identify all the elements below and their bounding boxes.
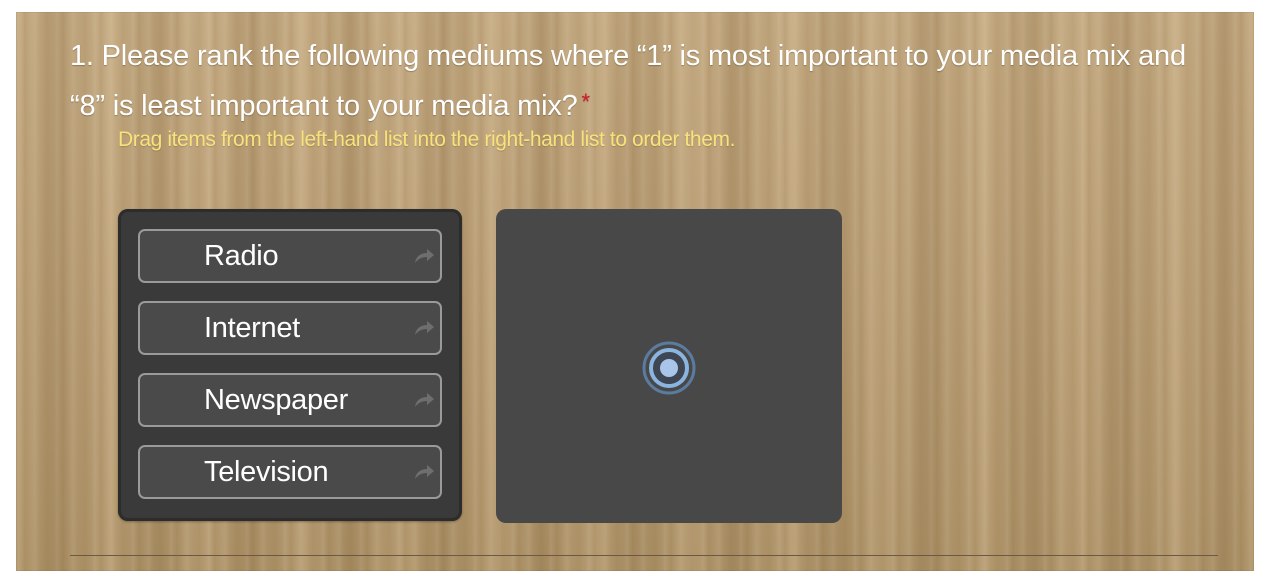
question-panel: 1. Please rank the following mediums whe… bbox=[16, 12, 1254, 571]
drop-target-icon bbox=[642, 341, 696, 395]
question-title: 1. Please rank the following mediums whe… bbox=[70, 34, 1200, 129]
required-marker: * bbox=[581, 89, 591, 114]
rank-item-newspaper[interactable]: Newspaper bbox=[138, 373, 442, 427]
move-right-arrow-icon[interactable] bbox=[412, 460, 436, 484]
source-list: Radio Internet Newspaper Television bbox=[118, 209, 462, 521]
rank-item-internet[interactable]: Internet bbox=[138, 301, 442, 355]
rank-item-television[interactable]: Television bbox=[138, 445, 442, 499]
question-title-text: 1. Please rank the following mediums whe… bbox=[70, 40, 1186, 122]
move-right-arrow-icon[interactable] bbox=[412, 388, 436, 412]
section-divider bbox=[70, 555, 1218, 556]
page: 1. Please rank the following mediums whe… bbox=[0, 0, 1261, 571]
move-right-arrow-icon[interactable] bbox=[412, 316, 436, 340]
rank-item-radio[interactable]: Radio bbox=[138, 229, 442, 283]
ranked-target-list[interactable] bbox=[496, 209, 842, 523]
instructions-text: Drag items from the left-hand list into … bbox=[118, 128, 736, 151]
rank-item-label: Television bbox=[204, 456, 329, 488]
move-right-arrow-icon[interactable] bbox=[412, 244, 436, 268]
rank-item-label: Newspaper bbox=[204, 384, 348, 416]
rank-item-label: Internet bbox=[204, 312, 300, 344]
rank-item-label: Radio bbox=[204, 240, 279, 272]
